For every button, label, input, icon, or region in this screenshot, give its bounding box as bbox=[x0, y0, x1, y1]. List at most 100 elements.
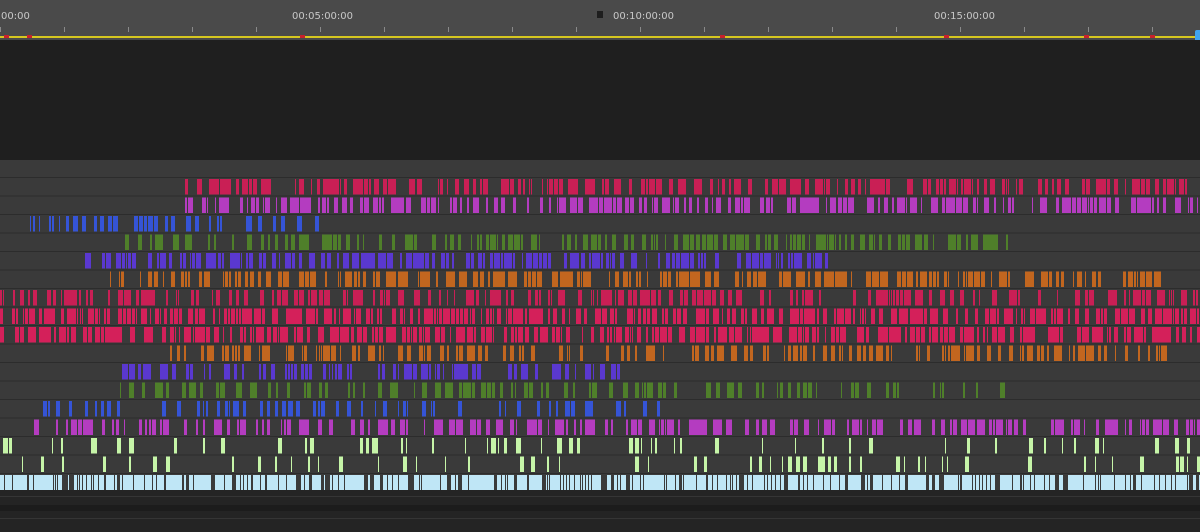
timeline-clip[interactable] bbox=[74, 419, 77, 436]
timeline-clip[interactable] bbox=[99, 327, 100, 343]
timeline-clip[interactable] bbox=[73, 290, 77, 306]
timeline-clip[interactable] bbox=[420, 475, 421, 490]
timeline-clip[interactable] bbox=[538, 419, 542, 436]
timeline-clip[interactable] bbox=[547, 179, 548, 195]
timeline-clip[interactable] bbox=[272, 308, 273, 325]
timeline-clip[interactable] bbox=[789, 271, 790, 288]
timeline-clip[interactable] bbox=[1085, 308, 1089, 325]
timeline-clip[interactable] bbox=[561, 475, 563, 490]
timeline-clip[interactable] bbox=[915, 234, 918, 251]
timeline-clip[interactable] bbox=[865, 179, 866, 195]
timeline-clip[interactable] bbox=[321, 253, 322, 269]
timeline-clip[interactable] bbox=[903, 308, 906, 325]
timeline-clip[interactable] bbox=[381, 253, 385, 269]
timeline-clip[interactable] bbox=[487, 475, 490, 490]
timeline-clip[interactable] bbox=[641, 475, 643, 490]
timeline-clip[interactable] bbox=[458, 364, 462, 380]
timeline-clip[interactable] bbox=[267, 401, 270, 417]
timeline-clip[interactable] bbox=[345, 271, 349, 288]
timeline-clip[interactable] bbox=[1061, 271, 1064, 288]
timeline-clip[interactable] bbox=[466, 253, 470, 269]
timeline-clip[interactable] bbox=[319, 475, 321, 490]
timeline-clip[interactable] bbox=[390, 271, 391, 288]
timeline-clip[interactable] bbox=[1004, 308, 1006, 325]
timeline-clip[interactable] bbox=[246, 216, 250, 232]
timeline-clip[interactable] bbox=[658, 382, 662, 399]
timeline-clip[interactable] bbox=[549, 253, 551, 269]
timeline-clip[interactable] bbox=[1078, 290, 1080, 306]
timeline-clip[interactable] bbox=[1083, 197, 1084, 214]
timeline-clip[interactable] bbox=[583, 234, 585, 251]
timeline-clip[interactable] bbox=[836, 327, 839, 343]
timeline-clip[interactable] bbox=[932, 197, 936, 214]
timeline-clip[interactable] bbox=[1163, 179, 1166, 195]
timeline-clip[interactable] bbox=[402, 475, 405, 490]
timeline-clip[interactable] bbox=[259, 364, 261, 380]
timeline-clip[interactable] bbox=[159, 234, 163, 251]
timeline-clip[interactable] bbox=[556, 327, 560, 343]
timeline-clip[interactable] bbox=[808, 327, 809, 343]
timeline-clip[interactable] bbox=[163, 271, 164, 288]
timeline-clip[interactable] bbox=[427, 364, 428, 380]
timeline-clip[interactable] bbox=[679, 271, 681, 288]
timeline-clip[interactable] bbox=[130, 382, 134, 399]
timeline-clip[interactable] bbox=[631, 475, 632, 490]
timeline-clip[interactable] bbox=[848, 419, 849, 436]
timeline-clip[interactable] bbox=[1125, 179, 1126, 195]
timeline-clip[interactable] bbox=[786, 271, 789, 288]
timeline-clip[interactable] bbox=[132, 475, 133, 490]
timeline-clip[interactable] bbox=[718, 419, 722, 436]
timeline-clip[interactable] bbox=[984, 197, 988, 214]
timeline-clip[interactable] bbox=[476, 197, 479, 214]
timeline-clip[interactable] bbox=[58, 475, 62, 490]
timeline-clip[interactable] bbox=[442, 419, 443, 436]
timeline-clip[interactable] bbox=[567, 345, 568, 362]
timeline-clip[interactable] bbox=[644, 382, 646, 399]
timeline-clip[interactable] bbox=[144, 216, 147, 232]
timeline-clip[interactable] bbox=[796, 456, 800, 473]
timeline-clip[interactable] bbox=[991, 234, 995, 251]
timeline-clip[interactable] bbox=[618, 197, 622, 214]
timeline-clip[interactable] bbox=[878, 327, 881, 343]
timeline-clip[interactable] bbox=[865, 308, 866, 325]
timeline-clip[interactable] bbox=[697, 290, 700, 306]
timeline-clip[interactable] bbox=[372, 438, 374, 454]
timeline-clip[interactable] bbox=[203, 419, 205, 436]
timeline-clip[interactable] bbox=[506, 475, 507, 490]
timeline-clip[interactable] bbox=[860, 234, 863, 251]
timeline-clip[interactable] bbox=[480, 234, 482, 251]
timeline-clip[interactable] bbox=[718, 475, 720, 490]
timeline-clip[interactable] bbox=[209, 253, 213, 269]
timeline-clip[interactable] bbox=[671, 475, 675, 490]
timeline-clip[interactable] bbox=[234, 253, 237, 269]
timeline-clip[interactable] bbox=[893, 290, 895, 306]
timeline-clip[interactable] bbox=[256, 419, 258, 436]
timeline-clip[interactable] bbox=[523, 364, 524, 380]
timeline-clip[interactable] bbox=[616, 327, 618, 343]
timeline-clip[interactable] bbox=[195, 327, 199, 343]
timeline-clip[interactable] bbox=[639, 475, 640, 490]
timeline-clip[interactable] bbox=[303, 179, 304, 195]
timeline-clip[interactable] bbox=[185, 271, 187, 288]
timeline-clip[interactable] bbox=[242, 364, 244, 380]
timeline-clip[interactable] bbox=[459, 419, 463, 436]
timeline-clip[interactable] bbox=[238, 271, 241, 288]
timeline-clip[interactable] bbox=[263, 345, 266, 362]
timeline-clip[interactable] bbox=[824, 419, 827, 436]
timeline-clip[interactable] bbox=[564, 475, 566, 490]
timeline-clip[interactable] bbox=[915, 475, 917, 490]
timeline-clip[interactable] bbox=[814, 327, 816, 343]
timeline-clip[interactable] bbox=[587, 271, 591, 288]
timeline-clip[interactable] bbox=[260, 290, 264, 306]
timeline-clip[interactable] bbox=[1153, 419, 1154, 436]
timeline-clip[interactable] bbox=[563, 197, 566, 214]
timeline-clip[interactable] bbox=[623, 475, 626, 490]
timeline-clip[interactable] bbox=[1097, 327, 1101, 343]
timeline-clip[interactable] bbox=[28, 290, 30, 306]
timeline-clip[interactable] bbox=[220, 382, 222, 399]
timeline-clip[interactable] bbox=[143, 364, 147, 380]
timeline-clip[interactable] bbox=[960, 290, 964, 306]
timeline-clip[interactable] bbox=[150, 475, 152, 490]
timeline-clip[interactable] bbox=[816, 475, 820, 490]
timeline-clip[interactable] bbox=[794, 475, 798, 490]
